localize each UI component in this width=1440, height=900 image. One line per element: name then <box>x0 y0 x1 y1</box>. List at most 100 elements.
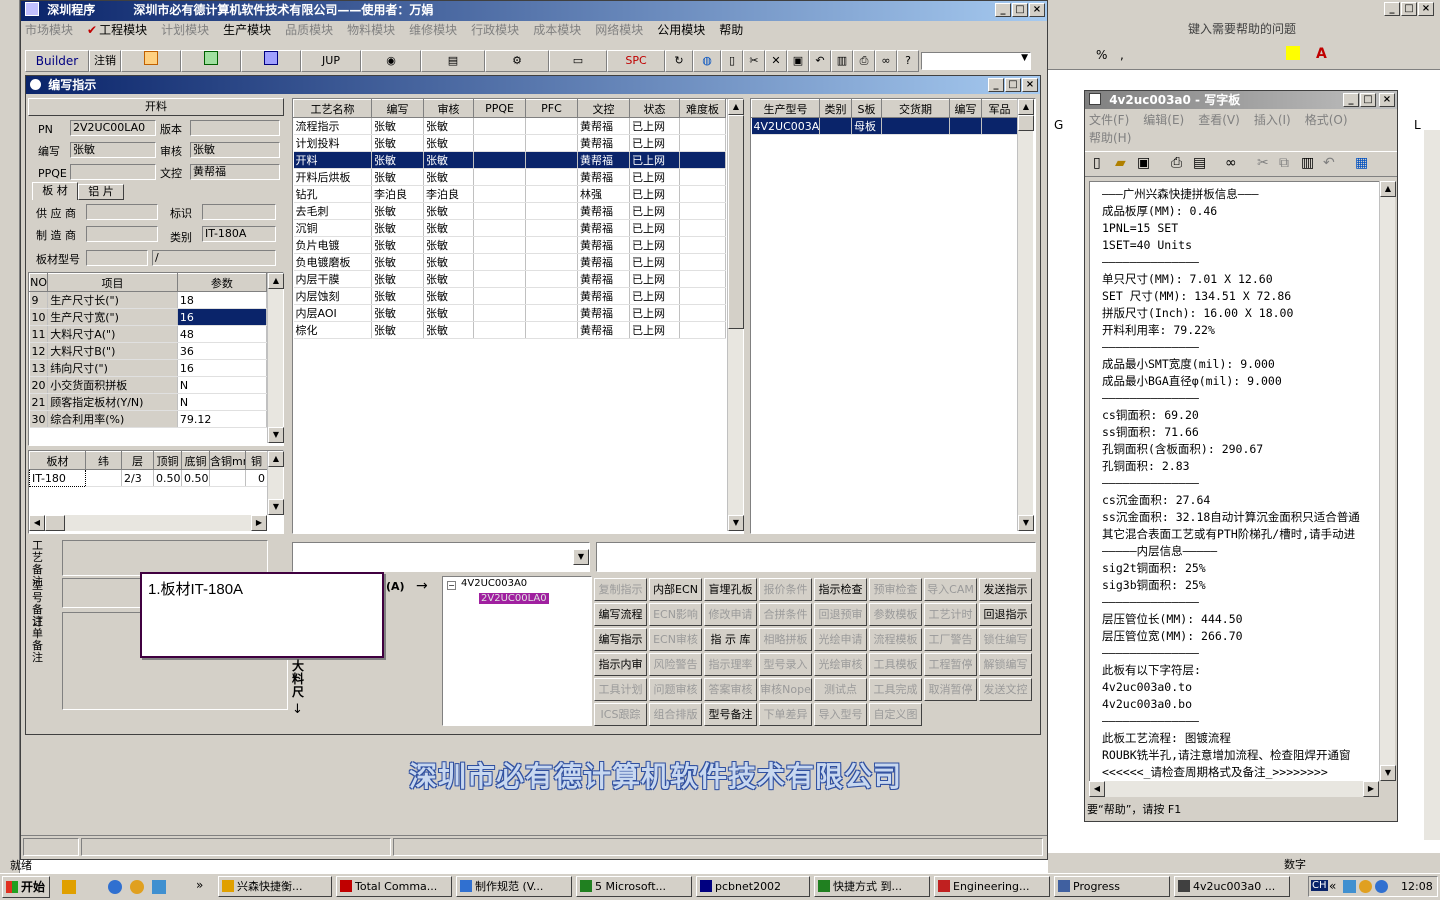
more-icon[interactable]: » <box>196 878 203 892</box>
print-icon[interactable]: ⎙ <box>853 50 875 72</box>
globe-icon[interactable]: ◍ <box>693 50 721 72</box>
cut-icon[interactable]: ✂ <box>743 50 765 72</box>
maker-field[interactable] <box>86 226 158 242</box>
action-button[interactable]: 复制指示 <box>594 578 647 601</box>
action-button[interactable]: 工具完成 <box>869 678 922 701</box>
action-button[interactable]: 取消暂停 <box>924 678 977 701</box>
menu-item-6[interactable]: 维修模块 <box>409 23 457 37</box>
menu-item-8[interactable]: 成本模块 <box>533 23 581 37</box>
params-scrollbar[interactable]: ▲ ▼ <box>267 273 284 443</box>
remark-process-field[interactable] <box>62 540 268 576</box>
scroll-down-icon[interactable]: ▼ <box>1380 765 1396 781</box>
params-row[interactable]: 9 生产尺寸长(") 18 <box>29 291 268 309</box>
trash-icon[interactable]: ▥ <box>831 50 853 72</box>
child-close-button[interactable]: × <box>1022 78 1038 92</box>
action-button[interactable]: 指示内审 <box>594 653 647 676</box>
table-row[interactable]: 负电镀磨板 张敏 张敏 黄帮福 已上网 <box>293 253 726 271</box>
params-value[interactable]: 16 <box>177 308 268 326</box>
material-col[interactable]: 板材 <box>29 451 86 470</box>
scroll-down-icon[interactable]: ▼ <box>1018 515 1034 531</box>
taskbar-item[interactable]: 4v2uc003a0 ... <box>1174 876 1290 897</box>
ie-icon[interactable] <box>108 880 122 894</box>
material-row[interactable]: IT-180 2/3 0.50 0.50 0 <box>29 469 268 487</box>
tray-icon-3[interactable] <box>1375 880 1388 893</box>
eye-icon[interactable]: ◉ <box>361 50 421 72</box>
table-row[interactable]: 棕化 张敏 张敏 黄帮福 已上网 <box>293 321 726 339</box>
spc-button[interactable]: SPC <box>607 50 665 72</box>
table-row[interactable]: 开料后烘板 张敏 张敏 黄帮福 已上网 <box>293 168 726 186</box>
material-col[interactable]: 含铜mm <box>209 451 246 470</box>
model-field[interactable] <box>86 250 148 266</box>
reviewer-field[interactable]: 张敏 <box>190 142 280 158</box>
excel-scrollbar[interactable] <box>1424 130 1440 840</box>
jup-button[interactable]: JUP <box>301 50 361 72</box>
tree-root[interactable]: 4V2UC003A0 <box>461 578 527 589</box>
wordpad-minimize-button[interactable]: _ <box>1343 93 1359 107</box>
scroll-up-icon[interactable]: ▲ <box>1380 181 1396 197</box>
action-button[interactable]: 问题审核 <box>649 678 702 701</box>
scroll-right-icon[interactable]: ▶ <box>1363 781 1379 797</box>
table-row[interactable]: 内层蚀刻 张敏 张敏 黄帮福 已上网 <box>293 287 726 305</box>
params-row[interactable]: 10 生产尺寸宽(") 16 <box>29 308 268 326</box>
type-field[interactable]: IT-180A <box>202 226 276 242</box>
action-button[interactable]: 自定义图 <box>869 703 922 726</box>
process-note-field[interactable] <box>596 542 1036 572</box>
toolbar-combo[interactable]: ▼ <box>921 52 1031 70</box>
action-button[interactable]: 盲埋孔板 <box>704 578 757 601</box>
action-button[interactable]: 预审检查 <box>869 578 922 601</box>
binoculars-icon[interactable]: ∞ <box>875 50 897 72</box>
paste-icon[interactable]: ▥ <box>1301 155 1314 171</box>
builder-button[interactable]: Builder <box>25 50 89 72</box>
process-col[interactable]: 难度板 <box>679 99 726 118</box>
cut-icon[interactable]: ✂ <box>1257 155 1269 171</box>
wordpad-menu-item[interactable]: 查看(V) <box>1198 111 1240 129</box>
start-button[interactable]: 开始 <box>2 876 50 898</box>
action-button[interactable]: 指示理率 <box>704 653 757 676</box>
database-icon[interactable]: ▤ <box>421 50 485 72</box>
model-col[interactable]: 生产型号 <box>751 99 820 118</box>
action-button[interactable]: ICS跟踪 <box>594 703 647 726</box>
menu-item-2[interactable]: 计划模块 <box>161 23 209 37</box>
excel-help-box[interactable]: 键入需要帮助的问题 <box>1188 20 1358 38</box>
action-button[interactable]: 风险警告 <box>649 653 702 676</box>
action-button[interactable]: 下单差异 <box>759 703 812 726</box>
params-row[interactable]: 13 纬向尺寸(") 16 <box>29 359 268 377</box>
action-button[interactable]: 组合排版 <box>649 703 702 726</box>
table-row[interactable]: 内层干膜 张敏 张敏 黄帮福 已上网 <box>293 270 726 288</box>
process-col[interactable]: PFC <box>525 99 578 118</box>
params-value[interactable]: N <box>177 376 268 394</box>
taskbar-item[interactable]: Progress <box>1054 876 1170 897</box>
scroll-thumb[interactable] <box>1018 115 1034 131</box>
wordpad-close-button[interactable]: × <box>1379 93 1395 107</box>
wordpad-menu-item[interactable]: 文件(F) <box>1089 111 1129 129</box>
undo-icon[interactable]: ↶ <box>1323 155 1335 171</box>
tab-copper[interactable]: 铝 片 <box>78 184 124 200</box>
model-row[interactable]: 4V2UC003A0 母板 <box>751 117 1018 135</box>
print-preview-icon[interactable]: ▤ <box>1193 155 1206 171</box>
action-button[interactable]: 型号备注 <box>704 703 757 726</box>
params-value[interactable]: 48 <box>177 325 268 343</box>
wordpad-maximize-button[interactable]: □ <box>1360 93 1376 107</box>
tree-child[interactable]: 2V2UC00LA0 <box>479 593 549 604</box>
help-icon[interactable]: ? <box>897 50 919 72</box>
word-icon[interactable] <box>241 50 301 72</box>
scroll-up-icon[interactable]: ▲ <box>1018 99 1034 115</box>
maximize-button[interactable]: □ <box>1012 3 1028 17</box>
save-icon[interactable]: ▣ <box>787 50 809 72</box>
model-col[interactable]: 类别 <box>819 99 852 118</box>
mark-field[interactable] <box>202 204 276 220</box>
taskbar-item[interactable]: pcbnet2002 <box>696 876 810 897</box>
wordpad-menu-item[interactable]: 帮助(H) <box>1089 129 1131 147</box>
minimize-button[interactable]: _ <box>995 3 1011 17</box>
taskbar-item[interactable]: 快捷方式 到... <box>814 876 930 897</box>
process-col[interactable]: 审核 <box>423 99 474 118</box>
scroll-down-icon[interactable]: ▼ <box>268 499 284 515</box>
wordpad-hscrollbar[interactable]: ◀ ▶ <box>1089 781 1379 797</box>
material-col[interactable]: 纬 <box>85 451 122 470</box>
action-button[interactable]: 工艺计时 <box>924 603 977 626</box>
params-value[interactable]: 79.12 <box>177 410 268 428</box>
fill-color-icon[interactable] <box>1286 46 1300 60</box>
chevron-down-icon[interactable]: ▼ <box>1021 53 1028 63</box>
model-col[interactable]: 交货期 <box>881 99 950 118</box>
doc-control-field[interactable]: 黄帮福 <box>190 164 280 180</box>
